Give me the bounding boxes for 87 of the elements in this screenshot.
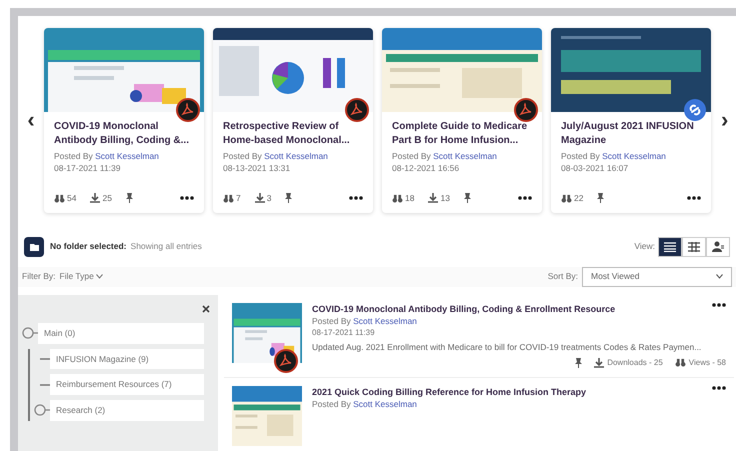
document-card[interactable]: COVID-19 Monoclonal Antibody Billing, Coding &... Posted By Scott Kesselman 08-17-2021 11:39 54 25 (44, 28, 204, 213)
posted-by-text: Posted By Scott Kesselman (54, 150, 160, 162)
folder-item[interactable]: Reimbursement Resources (7) (50, 374, 204, 395)
pdf-icon (345, 98, 369, 122)
more-icon[interactable] (180, 196, 194, 200)
download-icon (90, 193, 100, 204)
sort-dropdown[interactable]: Most Viewed (582, 266, 732, 287)
views-count: 22 (574, 192, 584, 205)
binoculars-icon (54, 194, 65, 203)
date-text: 08-17-2021 11:39 (312, 326, 376, 338)
date-text: 08-17-2021 11:39 (54, 162, 122, 174)
folder-node-icon[interactable] (34, 404, 50, 416)
date-text: 08-03-2021 16:07 (561, 162, 630, 174)
author-link[interactable]: Scott Kesselman (264, 151, 328, 161)
more-icon[interactable] (518, 196, 532, 200)
document-card[interactable]: Complete Guide to Medicare Part B for Home Infusion... Posted By Scott Kesselman 08-12-2021 16:56 18 13 (382, 28, 542, 213)
filter-label: Filter By: (22, 270, 56, 284)
pin-icon (126, 193, 133, 204)
more-icon[interactable] (687, 196, 701, 200)
chevron-down-icon (96, 274, 103, 280)
person-icon (712, 241, 724, 252)
folder-status-label: No folder selected: (50, 240, 127, 254)
author-link[interactable]: Scott Kesselman (353, 398, 417, 409)
grid-icon (688, 242, 700, 252)
download-icon (594, 358, 604, 368)
views-count: 54 (67, 192, 76, 205)
folder-icon[interactable] (24, 236, 44, 257)
close-icon[interactable] (202, 304, 210, 313)
card-title[interactable]: COVID-19 Monoclonal Antibody Billing, Coding &... (54, 120, 194, 148)
pdf-icon (176, 98, 200, 122)
view-toggle[interactable] (682, 236, 706, 257)
pdf-icon (514, 98, 538, 122)
previous-arrow[interactable]: ‹ (18, 109, 44, 132)
binoculars-icon (674, 358, 686, 368)
binoculars-icon (561, 194, 572, 203)
pin-icon (597, 193, 604, 204)
author-link[interactable]: Scott Kesselman (95, 151, 159, 161)
folder-item[interactable]: Main (0) (38, 322, 204, 344)
posted-by-text: Posted By Scott Kesselman (312, 314, 418, 327)
author-link[interactable]: Scott Kesselman (433, 151, 497, 161)
binoculars-icon (223, 194, 234, 203)
date-text: 08-12-2021 16:56 (392, 162, 460, 174)
view-toggle[interactable] (706, 236, 730, 257)
posted-by-text: Posted By Scott Kesselman (392, 150, 498, 162)
card-title[interactable]: Retrospective Review of Home-based Monoclonal... (223, 120, 363, 148)
downloads-count: 3 (266, 192, 272, 205)
view-toggle[interactable] (658, 236, 682, 257)
downloads-count: 13 (440, 192, 450, 205)
more-icon[interactable] (349, 196, 363, 200)
sort-label: Sort By: (548, 270, 578, 284)
downloads-count: Downloads - 25 (607, 356, 663, 369)
file-type-dropdown[interactable]: File Type (60, 270, 103, 284)
card-title[interactable]: Complete Guide to Medicare Part B for Home Infusion... (392, 120, 532, 148)
downloads-count: 25 (102, 192, 112, 205)
more-icon[interactable] (712, 302, 726, 307)
more-icon[interactable] (712, 386, 726, 390)
posted-by-text: Posted By Scott Kesselman (312, 398, 418, 410)
author-link[interactable]: Scott Kesselman (353, 316, 417, 326)
folder-item[interactable]: Research (2) (50, 400, 204, 421)
pdf-icon (274, 348, 298, 373)
views-count: Views - 58 (688, 356, 726, 369)
posted-by-text: Posted By Scott Kesselman (561, 150, 667, 162)
entry-description: Updated Aug. 2021 Enrollment with Medicare to bill for COVID-19 treatments Codes & Rates Paymen... (312, 340, 702, 353)
document-card[interactable]: Retrospective Review of Home-based Monoclonal... Posted By Scott Kesselman 08-13-2021 13:31 7 3 (213, 28, 373, 213)
link-icon (683, 98, 707, 122)
pin-icon (575, 358, 582, 368)
entry-title[interactable]: COVID-19 Monoclonal Antibody Billing, Coding & Enrollment Resource (312, 302, 616, 315)
folder-item[interactable]: INFUSION Magazine (9) (50, 348, 204, 370)
view-label: View: (634, 240, 655, 254)
date-text: 08-13-2021 13:31 (223, 162, 292, 174)
pin-icon (285, 193, 292, 204)
download-icon (254, 193, 265, 204)
author-link[interactable]: Scott Kesselman (602, 151, 666, 161)
download-icon (428, 193, 438, 204)
folder-node-icon[interactable] (22, 327, 38, 340)
binoculars-icon (392, 194, 403, 203)
views-count: 18 (405, 192, 414, 205)
posted-by-text: Posted By Scott Kesselman (223, 150, 329, 162)
list-icon (664, 242, 676, 252)
next-arrow[interactable]: › (721, 109, 728, 132)
document-card[interactable]: July/August 2021 INFUSION Magazine Posted By Scott Kesselman 08-03-2021 16:07 22 (551, 28, 711, 213)
card-title[interactable]: July/August 2021 INFUSION Magazine (561, 120, 701, 148)
pin-icon (464, 193, 471, 204)
chevron-down-icon (716, 274, 723, 280)
views-count: 7 (236, 192, 241, 205)
entry-title[interactable]: 2021 Quick Coding Billing Reference for Home Infusion Therapy (312, 386, 586, 398)
folder-status-text: Showing all entries (130, 240, 202, 254)
